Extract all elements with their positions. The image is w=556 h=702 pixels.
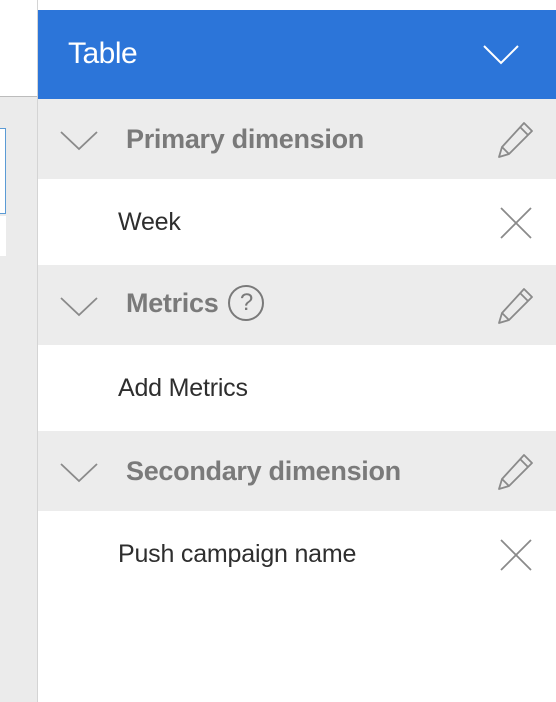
item-label: Week bbox=[118, 207, 181, 236]
section-title: Metrics bbox=[126, 288, 219, 319]
add-metrics-link[interactable]: Add Metrics bbox=[118, 374, 248, 403]
pencil-icon[interactable] bbox=[495, 452, 535, 492]
list-item-week: Week bbox=[38, 179, 556, 265]
panel-header[interactable]: Table bbox=[38, 10, 556, 99]
left-top-area bbox=[0, 0, 37, 97]
left-white-strip bbox=[0, 216, 6, 256]
panel-top-gap bbox=[38, 0, 556, 10]
section-title-wrapper: Metrics? bbox=[126, 285, 265, 323]
pencil-icon[interactable] bbox=[495, 286, 535, 326]
pencil-icon[interactable] bbox=[495, 120, 535, 160]
section-title: Primary dimension bbox=[126, 123, 364, 154]
question-mark-icon[interactable]: ? bbox=[228, 285, 265, 321]
left-background bbox=[0, 0, 37, 702]
close-icon[interactable] bbox=[499, 538, 533, 572]
section-primary-dimension[interactable]: Primary dimension bbox=[38, 99, 556, 179]
chevron-down-icon[interactable] bbox=[483, 44, 519, 65]
chevron-down-icon[interactable] bbox=[60, 297, 98, 317]
close-icon[interactable] bbox=[499, 206, 533, 240]
list-item-add-metrics[interactable]: Add Metrics bbox=[38, 345, 556, 431]
list-item-push-campaign-name: Push campaign name bbox=[38, 511, 556, 597]
chevron-down-icon[interactable] bbox=[60, 463, 98, 483]
section-secondary-dimension[interactable]: Secondary dimension bbox=[38, 431, 556, 511]
section-metrics[interactable]: Metrics? bbox=[38, 265, 556, 345]
panel-title: Table bbox=[68, 36, 138, 70]
chevron-down-icon[interactable] bbox=[60, 131, 98, 151]
item-label: Push campaign name bbox=[118, 539, 357, 568]
table-config-panel: Table Primary dimension Week Metrics ? A… bbox=[37, 0, 556, 702]
section-title: Secondary dimension bbox=[126, 455, 401, 486]
left-field-edge[interactable] bbox=[0, 128, 6, 214]
